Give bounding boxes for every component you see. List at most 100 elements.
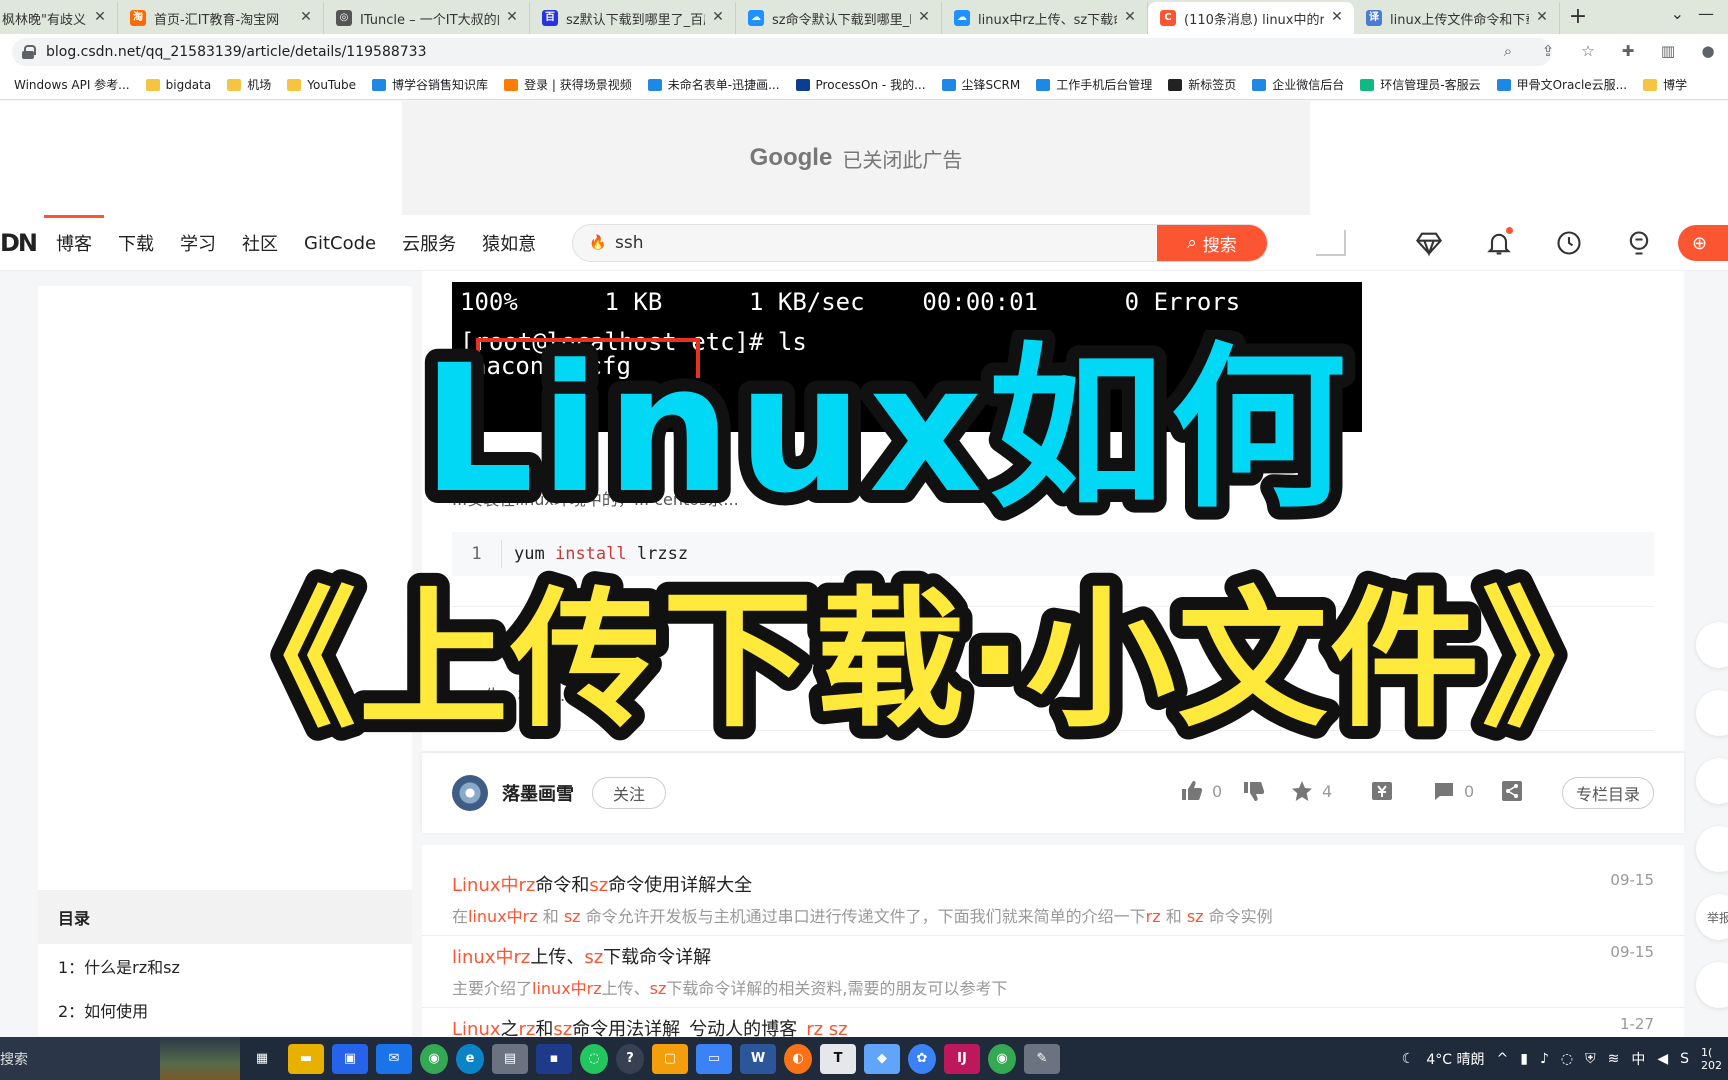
bookmark-item[interactable]: ProcessOn - 我的... [788,76,934,93]
tab-close-icon[interactable]: ✕ [297,8,315,26]
profile-icon[interactable]: ● [1698,42,1718,60]
floating-tool-button[interactable] [1696,826,1728,872]
side-panel-icon[interactable]: ▥ [1658,42,1678,60]
floating-tool-button[interactable] [1696,758,1728,804]
nav-item[interactable]: 云服务 [402,230,456,256]
column-toc-button[interactable]: 专栏目录 [1562,777,1654,809]
file-explorer-icon[interactable]: ▬ [288,1043,324,1074]
author-name[interactable]: 落墨画雪 [502,780,574,806]
search-input[interactable]: ssh [615,233,1157,253]
tag-breadcrumb[interactable]: ...生 › 概览 ...系 [470,682,586,706]
history-clock-icon[interactable] [1534,229,1604,257]
new-tab-button[interactable]: + [1560,2,1596,34]
weather-text[interactable]: 4°C 晴朗 [1426,1049,1484,1069]
tab-close-icon[interactable]: ✕ [1121,8,1139,26]
clock[interactable]: 1( 202 [1701,1046,1722,1072]
bookmark-item[interactable]: 环信管理员-客服云 [1352,76,1488,93]
mic-icon[interactable]: ♪ [1540,1051,1549,1067]
toc-item[interactable]: 1：什么是rz和sz [38,944,412,988]
app-icon[interactable]: ▪ [536,1043,572,1074]
help-icon[interactable]: ? [616,1043,644,1074]
bookmark-item[interactable]: 尘锋SCRM [934,76,1029,93]
app-icon[interactable]: ✿ [908,1043,936,1074]
publish-button[interactable]: ⊕ [1678,225,1728,261]
recommendation-title[interactable]: Linux中rz命令和sz命令使用详解大全 [452,871,1654,897]
edge-icon[interactable]: e [456,1043,484,1074]
word-icon[interactable]: W [740,1043,776,1074]
bookmark-item[interactable]: 新标签页 [1160,76,1244,93]
app-tray-icon[interactable]: S [1680,1051,1689,1067]
browser-tab[interactable]: C (110条消息) linux中的rz和✕ [1148,2,1354,34]
bookmark-item[interactable]: 工作手机后台管理 [1028,76,1160,93]
recommendation-item[interactable]: Linux中rz命令和sz命令使用详解大全 在linux中rz 和 sz 命令允许… [452,871,1654,927]
reward-button[interactable] [1370,779,1394,803]
like-button[interactable]: 0 [1180,779,1222,803]
avatar-placeholder[interactable] [1316,230,1346,256]
floating-tool-button[interactable] [1696,622,1728,668]
firefox-icon[interactable]: ◐ [784,1043,812,1074]
recommendation-title[interactable]: linux中rz上传、sz下载命令详解 [452,943,1654,969]
csdn-logo[interactable]: DN [0,229,38,257]
browser-tab[interactable]: 淘首页-汇IT教育-淘宝网 ✕ [118,2,324,34]
floating-tool-button[interactable] [1696,690,1728,736]
extensions-icon[interactable]: ✚ [1618,42,1638,60]
bookmark-item[interactable]: 登录 | 获得场景视频 [496,76,640,93]
tab-close-icon[interactable]: ✕ [503,8,521,26]
browser-tab[interactable]: ◎ ITuncle – 一个IT大叔的内 ✕ [324,2,530,34]
bookmark-item[interactable]: YouTube [279,78,364,92]
floating-tool-button[interactable]: 举报 [1696,894,1728,940]
dislike-button[interactable] [1242,779,1266,803]
bookmark-item[interactable]: 博学谷销售知识库 [364,76,496,93]
tab-close-icon[interactable]: ✕ [915,8,933,26]
app-icon[interactable]: ▤ [492,1043,528,1074]
tab-close-icon[interactable]: ✕ [1328,8,1346,26]
floating-tool-button[interactable] [1696,962,1728,1008]
store-icon[interactable]: ▣ [332,1043,368,1074]
speaker-icon[interactable]: ◀ [1657,1051,1668,1067]
browser-tab[interactable]: 百 sz默认下载到哪里了_百度 ✕ [530,2,736,34]
nav-item[interactable]: GitCode [304,233,376,254]
browser-tab[interactable]: 译 linux上传文件命令和下载 ✕ [1354,2,1560,34]
browser-tab[interactable]: ☁ linux中rz上传、sz下载命令✕ [942,2,1148,34]
bookmark-item[interactable]: 甲骨文Oracle云服... [1489,76,1636,93]
intellij-icon[interactable]: IJ [944,1043,980,1074]
mail-icon[interactable]: ✉ [376,1043,412,1074]
url-field[interactable]: blog.csdn.net/qq_21583139/article/detail… [12,38,1552,66]
url-text[interactable]: blog.csdn.net/qq_21583139/article/detail… [46,44,426,60]
app-icon[interactable]: ◆ [864,1043,900,1074]
wechat-icon[interactable]: ◌ [580,1043,608,1074]
tab-close-icon[interactable]: ✕ [91,8,109,26]
wifi-icon[interactable]: ≋ [1608,1051,1620,1067]
bookmark-item[interactable]: 企业微信后台 [1244,76,1352,93]
network-icon[interactable]: ▮ [1520,1051,1528,1067]
creation-bulb-icon[interactable] [1604,229,1674,257]
favorite-button[interactable]: 4 [1290,779,1332,803]
chrome-active-icon[interactable]: ◉ [988,1043,1016,1074]
bookmark-item[interactable]: 博学 [1635,76,1695,93]
taskbar-search[interactable]: 搜索 [0,1037,160,1080]
nav-item[interactable]: 猿如意 [482,230,536,256]
comment-button[interactable]: 0 [1432,779,1474,803]
bookmark-item[interactable]: Windows API 参考... [0,76,138,93]
recommendation-item[interactable]: linux中rz上传、sz下载命令详解 主要介绍了linux中rz上传、sz下载命… [452,943,1654,999]
nav-item[interactable]: 下载 [118,230,154,256]
tab-search-chevron-icon[interactable]: ⌄ [1671,4,1684,23]
notification-bell-icon[interactable] [1464,227,1534,257]
typora-icon[interactable]: T [820,1043,856,1074]
browser-tab[interactable]: ☁ sz命令默认下载到哪里_lin ✕ [736,2,942,34]
share-icon[interactable]: ⇪ [1538,42,1558,60]
toc-item[interactable]: 2：如何使用 [38,988,412,1032]
ime-indicator[interactable]: 中 [1631,1049,1645,1069]
minimize-icon[interactable]: — [1698,4,1714,23]
wechat-tray-icon[interactable]: ◌ [1561,1051,1573,1067]
security-shield-icon[interactable]: ⛨ [1585,1051,1596,1067]
browser-tab[interactable]: 枫林晚"有歧义? ✕ [0,2,118,34]
tab-close-icon[interactable]: ✕ [709,8,727,26]
bookmark-item[interactable]: 机场 [219,76,279,93]
share-button[interactable] [1500,779,1524,803]
zoom-icon[interactable]: ⌕ [1498,42,1518,60]
app-icon[interactable]: ▢ [652,1043,688,1074]
nav-item[interactable]: 博客 [56,230,92,256]
app-icon[interactable]: ✎ [1024,1043,1060,1074]
vip-diamond-icon[interactable] [1394,229,1464,257]
